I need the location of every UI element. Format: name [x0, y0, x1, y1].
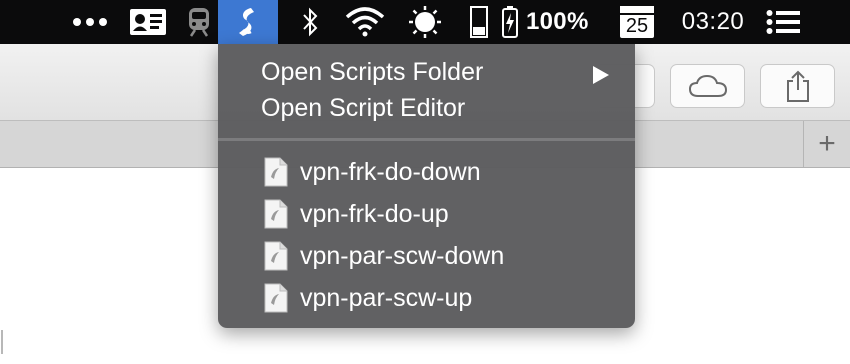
scripts-dropdown-menu: Open Scripts Folder Open Script Editor v…	[218, 44, 635, 328]
share-icon	[786, 70, 809, 102]
menu-item-open-scripts-folder[interactable]: Open Scripts Folder	[218, 54, 635, 92]
contact-card-icon[interactable]	[128, 0, 168, 44]
icloud-tabs-button[interactable]	[670, 64, 745, 108]
battery-percent-label: 100%	[526, 8, 589, 35]
notification-center-icon[interactable]	[764, 0, 804, 44]
share-button[interactable]	[760, 64, 835, 108]
menu-bar: 100% 25 03:20	[0, 0, 850, 44]
clock[interactable]: 03:20	[670, 0, 756, 44]
script-file-icon	[264, 241, 288, 271]
calendar-day: 25	[625, 15, 649, 37]
script-item-vpn-par-scw-up[interactable]: vpn-par-scw-up	[218, 280, 635, 318]
menu-item-label: Open Scripts Folder	[261, 58, 484, 86]
script-item-label: vpn-frk-do-up	[300, 200, 449, 228]
script-file-icon	[264, 157, 288, 187]
script-item-vpn-par-scw-down[interactable]: vpn-par-scw-down	[218, 238, 635, 276]
menu-separator	[218, 138, 635, 141]
battery-widget-icon[interactable]	[466, 0, 492, 44]
script-item-label: vpn-frk-do-down	[300, 158, 481, 186]
train-icon[interactable]	[182, 0, 216, 44]
script-item-label: vpn-par-scw-up	[300, 284, 473, 312]
submenu-arrow-icon	[593, 66, 609, 84]
wifi-icon[interactable]	[343, 0, 387, 44]
script-item-vpn-frk-do-up[interactable]: vpn-frk-do-up	[218, 196, 635, 234]
scroll-indicator	[1, 330, 3, 354]
scripts-menu-icon[interactable]	[218, 0, 278, 44]
menu-item-label: Open Script Editor	[261, 94, 466, 122]
more-dots-icon[interactable]	[70, 0, 110, 44]
battery-percent: 100%	[526, 0, 602, 44]
cloud-icon	[688, 74, 727, 97]
script-file-icon	[264, 199, 288, 229]
script-item-label: vpn-par-scw-down	[300, 242, 505, 270]
calendar-icon[interactable]: 25	[619, 0, 655, 44]
bluetooth-icon[interactable]	[295, 0, 325, 44]
menu-item-open-script-editor[interactable]: Open Script Editor	[218, 90, 635, 128]
script-file-icon	[264, 283, 288, 313]
new-tab-button[interactable]: +	[803, 121, 850, 167]
battery-charging-icon[interactable]	[498, 0, 522, 44]
brightness-icon[interactable]	[407, 0, 443, 44]
script-item-vpn-frk-do-down[interactable]: vpn-frk-do-down	[218, 154, 635, 192]
clock-label: 03:20	[681, 8, 745, 35]
